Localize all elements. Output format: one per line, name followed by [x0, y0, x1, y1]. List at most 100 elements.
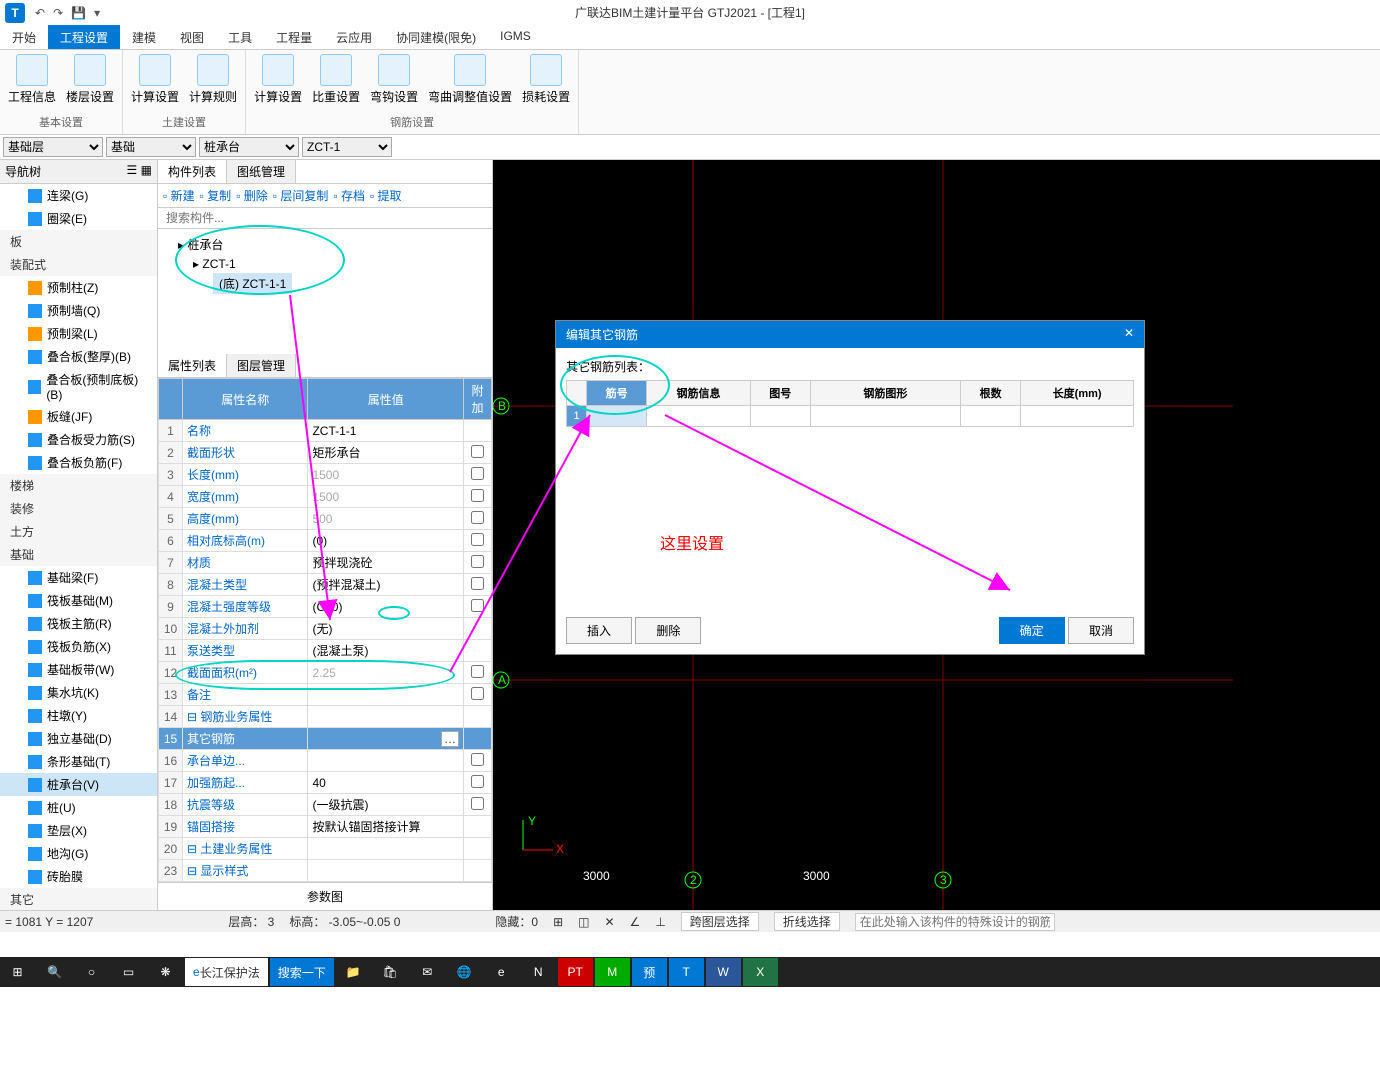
prop-name[interactable]: 宽度(mm): [183, 486, 308, 508]
tab-start[interactable]: 开始: [0, 25, 48, 49]
tab-layer-mgmt[interactable]: 图层管理: [227, 354, 296, 377]
polyline-button[interactable]: 折线选择: [774, 912, 840, 931]
prop-name[interactable]: 泵送类型: [183, 640, 308, 662]
task-gtj[interactable]: T: [669, 958, 704, 986]
prop-name[interactable]: ⊟ 钢筋业务属性: [183, 706, 308, 728]
ribbon-计算设置[interactable]: 计算设置: [254, 54, 302, 105]
prop-check[interactable]: [464, 684, 492, 706]
ribbon-计算设置[interactable]: 计算设置: [131, 54, 179, 105]
nav-category[interactable]: 板: [0, 230, 157, 253]
tab-drawing-mgmt[interactable]: 图纸管理: [227, 160, 296, 183]
status-icon3[interactable]: ✕: [604, 915, 614, 929]
toolbar-新建[interactable]: ▫ 新建: [163, 187, 195, 204]
tab-properties[interactable]: 属性列表: [158, 354, 227, 377]
prop-value[interactable]: …: [308, 728, 464, 750]
status-icon5[interactable]: ⊥: [655, 915, 665, 929]
task-app3[interactable]: 预: [632, 958, 667, 986]
prop-value[interactable]: 500: [308, 508, 464, 530]
toolbar-存档[interactable]: ▫ 存档: [333, 187, 365, 204]
prop-check[interactable]: [464, 860, 492, 882]
nav-item[interactable]: 独立基础(D): [0, 727, 157, 750]
tree-leaf-selected[interactable]: (底) ZCT-1-1: [213, 273, 292, 294]
nav-item[interactable]: 柱墩(Y): [0, 704, 157, 727]
view-list-icon[interactable]: ☰: [127, 163, 138, 177]
nav-category[interactable]: 土方: [0, 520, 157, 543]
toolbar-删除[interactable]: ▫ 删除: [236, 187, 268, 204]
prop-value[interactable]: [308, 706, 464, 728]
ok-button[interactable]: 确定: [999, 617, 1065, 644]
prop-name[interactable]: 抗震等级: [183, 794, 308, 816]
nav-category[interactable]: 楼梯: [0, 474, 157, 497]
prop-check[interactable]: [464, 552, 492, 574]
nav-category[interactable]: 基础: [0, 543, 157, 566]
prop-check[interactable]: [464, 662, 492, 684]
task-search-btn[interactable]: 搜索一下: [270, 958, 334, 986]
prop-name[interactable]: 相对底标高(m): [183, 530, 308, 552]
nav-item[interactable]: 叠合板受力筋(S): [0, 428, 157, 451]
qat-more-icon[interactable]: ▾: [94, 6, 100, 20]
instance-select[interactable]: ZCT-1: [302, 137, 392, 157]
prop-value[interactable]: 1500: [308, 464, 464, 486]
task-ppt[interactable]: PT: [558, 958, 593, 986]
prop-check[interactable]: [464, 574, 492, 596]
nav-item[interactable]: 叠合板(预制底板)(B): [0, 368, 157, 405]
prop-name[interactable]: 锚固搭接: [183, 816, 308, 838]
toolbar-层间复制[interactable]: ▫ 层间复制: [273, 187, 329, 204]
nav-item[interactable]: 连梁(G): [0, 184, 157, 207]
prop-name[interactable]: ⊟ 土建业务属性: [183, 838, 308, 860]
prop-value[interactable]: [308, 838, 464, 860]
prop-check[interactable]: [464, 486, 492, 508]
prop-check[interactable]: [464, 640, 492, 662]
nav-category[interactable]: 装配式: [0, 253, 157, 276]
prop-check[interactable]: [464, 728, 492, 750]
prop-name[interactable]: 高度(mm): [183, 508, 308, 530]
prop-check[interactable]: [464, 618, 492, 640]
tab-modeling[interactable]: 建模: [120, 25, 168, 49]
component-search-input[interactable]: [158, 208, 492, 229]
task-store[interactable]: 🛍: [373, 958, 408, 986]
prop-name[interactable]: ⊟ 显示样式: [183, 860, 308, 882]
insert-button[interactable]: 插入: [566, 617, 632, 644]
prop-value[interactable]: (混凝土泵): [308, 640, 464, 662]
nav-item[interactable]: 板缝(JF): [0, 405, 157, 428]
prop-value[interactable]: 预拌现浇砼: [308, 552, 464, 574]
task-ie[interactable]: e 长江保护法: [185, 958, 268, 986]
status-icon2[interactable]: ◫: [578, 915, 589, 929]
nav-item[interactable]: 预制墙(Q): [0, 299, 157, 322]
prop-check[interactable]: [464, 508, 492, 530]
nav-item[interactable]: 基础板带(W): [0, 658, 157, 681]
prop-name[interactable]: 截面形状: [183, 442, 308, 464]
tab-cloud[interactable]: 云应用: [324, 25, 384, 49]
task-onenote[interactable]: N: [521, 958, 556, 986]
ribbon-工程信息[interactable]: 工程信息: [8, 54, 56, 105]
prop-name[interactable]: 混凝土强度等级: [183, 596, 308, 618]
tab-quantity[interactable]: 工程量: [264, 25, 324, 49]
tab-project-settings[interactable]: 工程设置: [48, 25, 120, 49]
nav-item[interactable]: 地沟(G): [0, 842, 157, 865]
task-app1[interactable]: ❋: [148, 958, 183, 986]
qat-undo-icon[interactable]: ↶: [35, 6, 45, 20]
prop-check[interactable]: [464, 772, 492, 794]
prop-value[interactable]: 按默认锚固搭接计算: [308, 816, 464, 838]
prop-check[interactable]: [464, 420, 492, 442]
prop-value[interactable]: 2.25: [308, 662, 464, 684]
prop-check[interactable]: [464, 442, 492, 464]
tab-tools[interactable]: 工具: [216, 25, 264, 49]
status-icon4[interactable]: ∠: [630, 915, 641, 929]
grid-row-1[interactable]: 1: [567, 406, 587, 427]
task-search-icon[interactable]: 🔍: [37, 958, 72, 986]
prop-value[interactable]: (0): [308, 530, 464, 552]
prop-value[interactable]: [308, 750, 464, 772]
prop-value[interactable]: [308, 684, 464, 706]
task-mail[interactable]: ✉: [410, 958, 445, 986]
prop-name[interactable]: 备注: [183, 684, 308, 706]
cross-layer-button[interactable]: 跨图层选择: [681, 912, 759, 931]
prop-check[interactable]: [464, 706, 492, 728]
tree-root[interactable]: ▸ 桩承台: [163, 234, 487, 255]
qat-redo-icon[interactable]: ↷: [53, 6, 63, 20]
nav-item[interactable]: 基础梁(F): [0, 566, 157, 589]
prop-check[interactable]: [464, 794, 492, 816]
ribbon-损耗设置[interactable]: 损耗设置: [522, 54, 570, 105]
tab-view[interactable]: 视图: [168, 25, 216, 49]
prop-value[interactable]: (一级抗震): [308, 794, 464, 816]
